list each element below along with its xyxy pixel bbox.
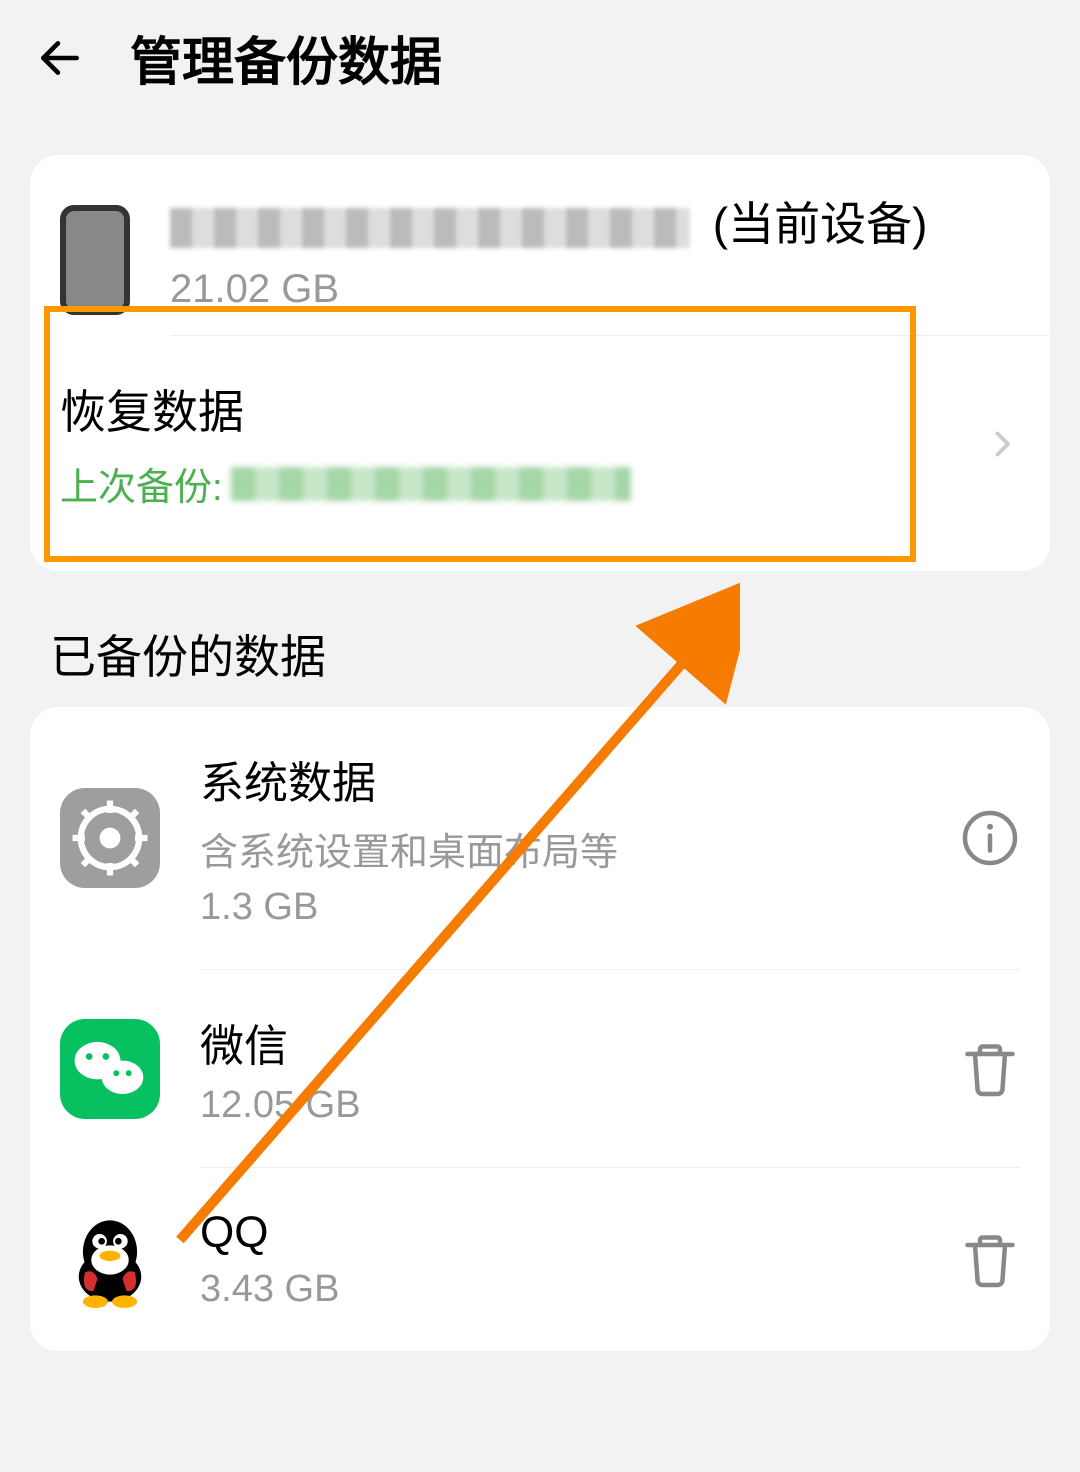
backup-size: 12.05 GB (200, 1084, 920, 1127)
settings-gear-icon (60, 788, 160, 888)
restore-data-row[interactable]: 恢复数据 上次备份: (30, 336, 1050, 571)
backup-desc: 含系统设置和桌面布局等 (200, 821, 920, 876)
device-name-redacted (170, 208, 690, 248)
last-backup: 上次备份: (60, 456, 984, 511)
backup-title: 系统数据 (200, 747, 920, 811)
section-backed-up: 已备份的数据 (50, 621, 1030, 687)
qq-icon (60, 1210, 160, 1310)
device-name: (当前设备) (170, 195, 1020, 255)
device-suffix: (当前设备) (713, 198, 928, 250)
device-card: (当前设备) 21.02 GB 恢复数据 上次备份: (30, 155, 1050, 571)
last-backup-redacted (231, 467, 631, 501)
delete-button[interactable] (960, 1230, 1020, 1290)
backup-item-wechat[interactable]: 微信 12.05 GB (30, 970, 1050, 1167)
delete-button[interactable] (960, 1039, 1020, 1099)
backup-size: 1.3 GB (200, 886, 920, 929)
info-button[interactable] (960, 808, 1020, 868)
back-button[interactable] (30, 28, 90, 88)
restore-title: 恢复数据 (60, 376, 984, 442)
wechat-icon (60, 1019, 160, 1119)
device-size: 21.02 GB (170, 267, 1020, 312)
backup-item-system[interactable]: 系统数据 含系统设置和桌面布局等 1.3 GB (30, 707, 1050, 969)
page-title: 管理备份数据 (130, 20, 442, 95)
backup-size: 3.43 GB (200, 1268, 920, 1311)
backed-up-list: 系统数据 含系统设置和桌面布局等 1.3 GB (30, 707, 1050, 1351)
current-device-row[interactable]: (当前设备) 21.02 GB (30, 155, 1050, 335)
backup-item-qq[interactable]: QQ 3.43 GB (30, 1168, 1050, 1351)
backup-title: 微信 (200, 1010, 920, 1074)
last-backup-label: 上次备份: (60, 456, 223, 511)
phone-icon (60, 205, 130, 315)
backup-title: QQ (200, 1208, 920, 1258)
chevron-right-icon (984, 426, 1020, 462)
